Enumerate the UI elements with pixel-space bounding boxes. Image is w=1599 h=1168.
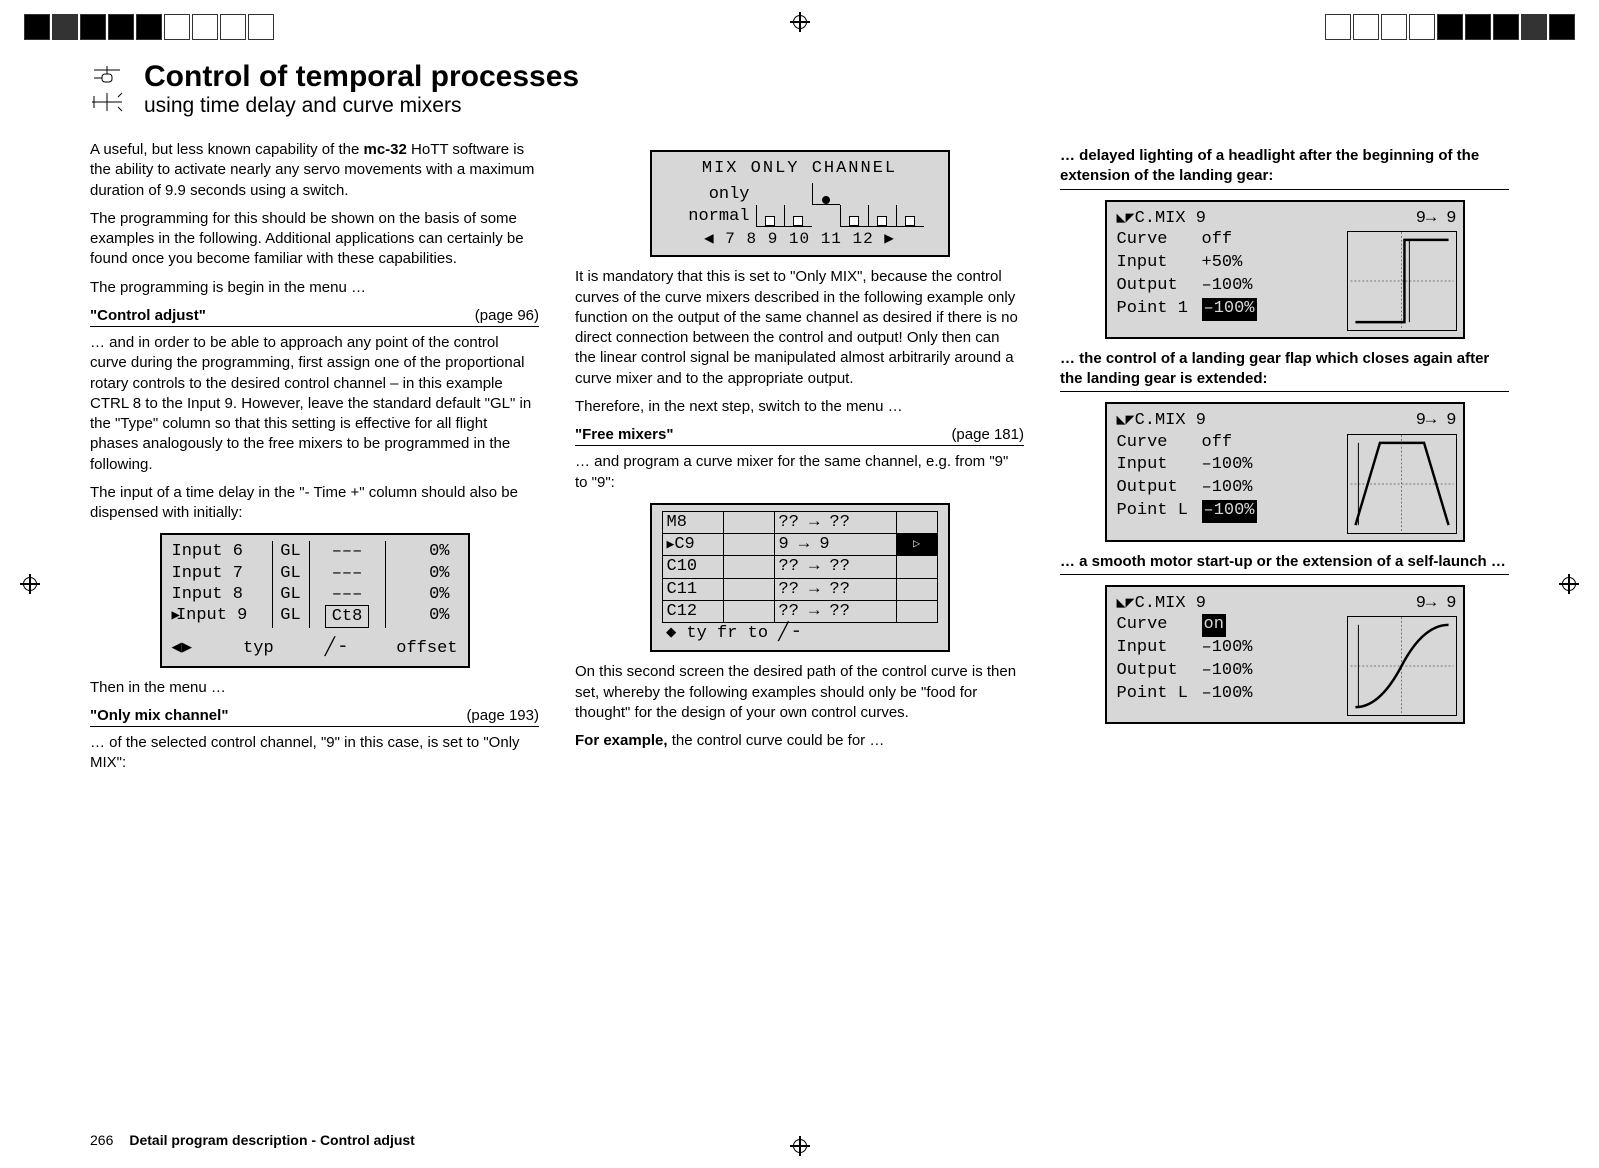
paragraph: … and program a curve mixer for the same… (575, 452, 1024, 493)
registration-marks-tr (1325, 14, 1575, 40)
section-only-mix: "Only mix channel"(page 193) (90, 706, 539, 727)
paragraph: On this second screen the desired path o… (575, 662, 1024, 723)
example-heading-3: … a smooth motor start-up or the extensi… (1060, 552, 1509, 575)
crosshair-bottom-icon (790, 1136, 810, 1156)
screen-curve-b: ◣◤C.MIX 99→ 9 CurveoffInput–100%Output–1… (1105, 402, 1465, 541)
paragraph: The programming for this should be shown… (90, 209, 539, 270)
crosshair-right-icon (1559, 574, 1579, 594)
column-2: MIX ONLY CHANNEL only normal ◀ 7 8 9 10 … (575, 140, 1024, 782)
plane-top-icon (90, 91, 124, 113)
header-icons (90, 66, 126, 113)
page-footer: 266Detail program description - Control … (90, 1132, 415, 1148)
crosshair-top-icon (790, 12, 810, 32)
page-title: Control of temporal processes (144, 60, 579, 94)
column-1: A useful, but less known capability of t… (90, 140, 539, 782)
paragraph: Then in the menu … (90, 678, 539, 698)
section-control-adjust: "Control adjust"(page 96) (90, 306, 539, 327)
section-free-mixers: "Free mixers"(page 181) (575, 425, 1024, 446)
registration-marks-tl (24, 14, 274, 40)
paragraph: The input of a time delay in the "- Time… (90, 483, 539, 524)
screen-input-table: Input 6GL–––0%Input 7GL–––0%Input 8GL–––… (160, 533, 470, 667)
screen-curve-c: ◣◤C.MIX 99→ 9 CurveonInput–100%Output–10… (1105, 585, 1465, 724)
screen-curve-a: ◣◤C.MIX 99→ 9 CurveoffInput+50%Output–10… (1105, 200, 1465, 339)
screen-free-mixers: M8?? → ??C99 → 9▷C10?? → ??C11?? → ??C12… (650, 503, 950, 653)
example-heading-2: … the control of a landing gear flap whi… (1060, 349, 1509, 393)
paragraph: Therefore, in the next step, switch to t… (575, 397, 1024, 417)
screen-mix-only: MIX ONLY CHANNEL only normal ◀ 7 8 9 10 … (650, 150, 950, 257)
paragraph: For example, the control curve could be … (575, 731, 1024, 751)
paragraph: It is mandatory that this is set to "Onl… (575, 267, 1024, 389)
paragraph: … and in order to be able to approach an… (90, 333, 539, 475)
column-3: … delayed lighting of a headlight after … (1060, 140, 1509, 782)
paragraph: The programming is begin in the menu … (90, 278, 539, 298)
paragraph: … of the selected control channel, "9" i… (90, 733, 539, 774)
heli-side-icon (90, 66, 124, 88)
example-heading-1: … delayed lighting of a headlight after … (1060, 146, 1509, 190)
intro-paragraph: A useful, but less known capability of t… (90, 140, 539, 201)
page-subtitle: using time delay and curve mixers (144, 94, 579, 118)
crosshair-left-icon (20, 574, 40, 594)
